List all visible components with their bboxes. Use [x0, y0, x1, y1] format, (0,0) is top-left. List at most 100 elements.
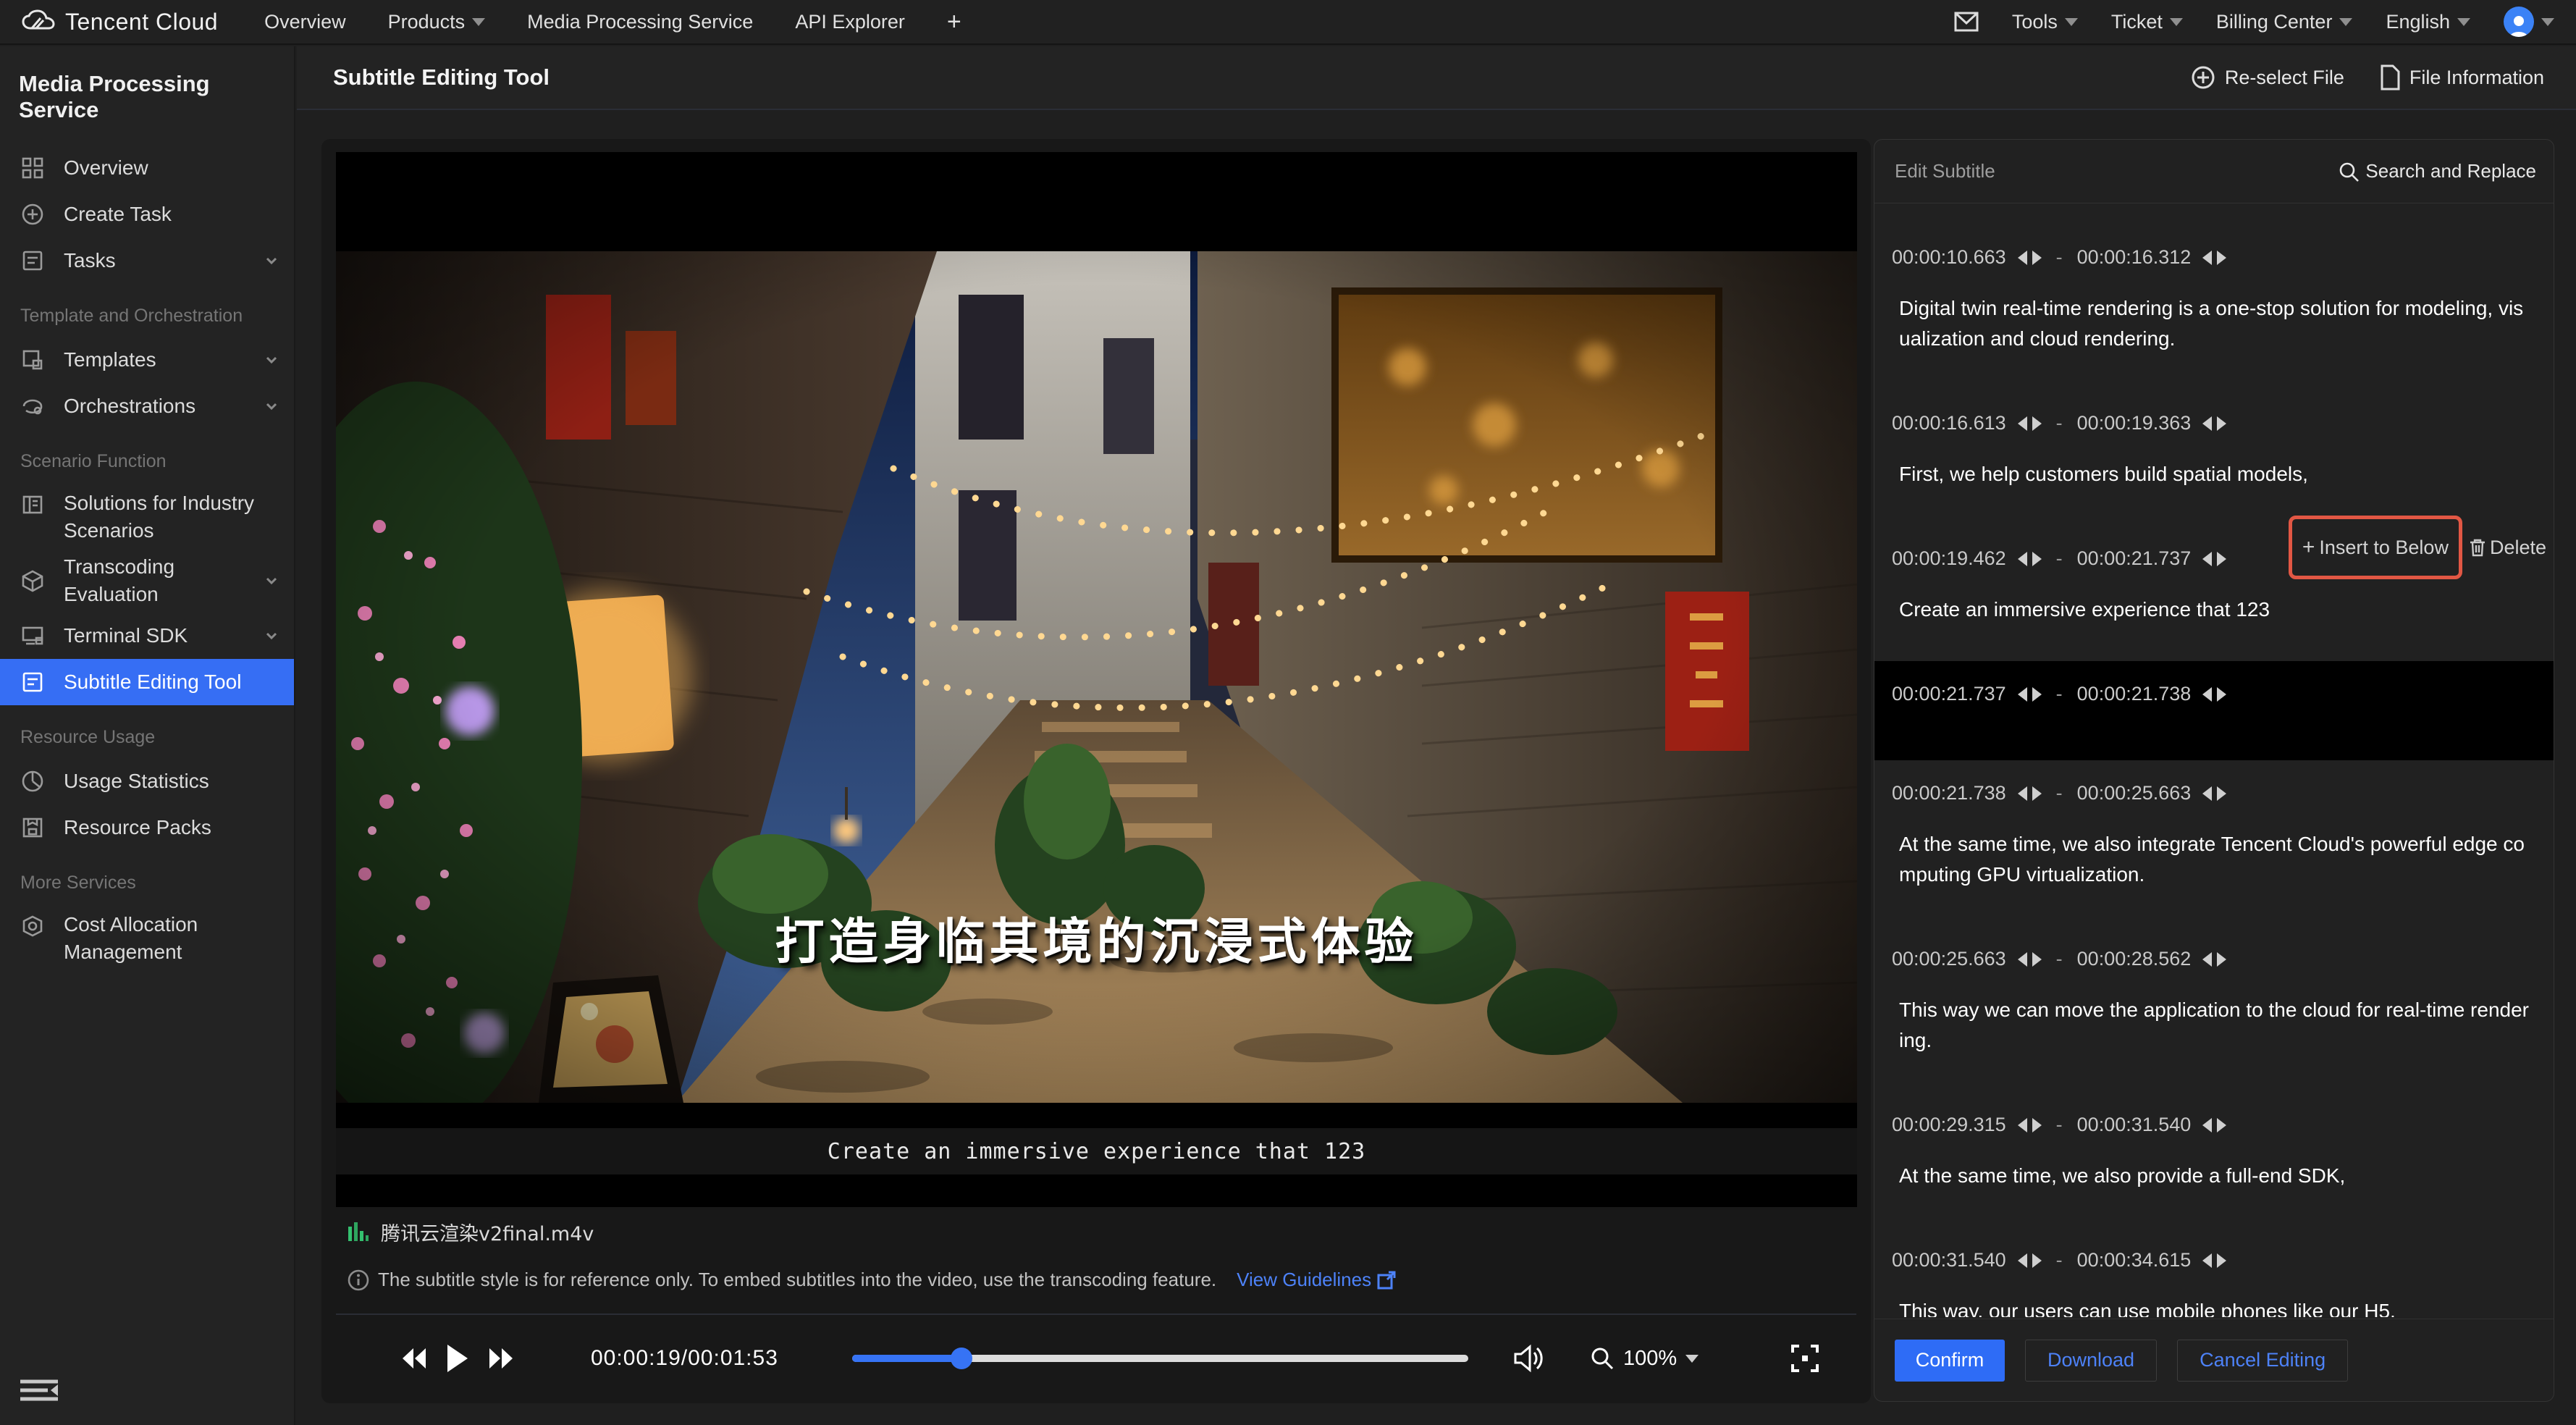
notice-row: The subtitle style is for reference only…	[348, 1269, 1396, 1291]
nav-products[interactable]: Products	[388, 11, 486, 33]
sidebar-section-resource: Resource Usage	[20, 727, 156, 747]
start-time[interactable]: 00:00:16.613	[1892, 412, 2006, 434]
file-information-button[interactable]: File Information	[2379, 64, 2544, 91]
video-viewport[interactable]: 打造身临其境的沉浸式体验 Create an immersive experie…	[336, 152, 1857, 1207]
time-nudge-buttons[interactable]	[2017, 686, 2042, 702]
end-time[interactable]: 00:00:16.312	[2077, 246, 2192, 269]
sidebar-item-subtitle-editing-tool[interactable]: Subtitle Editing Tool	[0, 659, 294, 705]
start-time[interactable]: 00:00:31.540	[1892, 1249, 2006, 1271]
nav-api-explorer[interactable]: API Explorer	[795, 11, 905, 33]
end-time[interactable]: 00:00:34.615	[2077, 1249, 2192, 1271]
sidebar-item-tasks[interactable]: Tasks	[0, 238, 294, 284]
subtitle-entry[interactable]: 00:00:19.462 - 00:00:21.737 + Insert to …	[1874, 516, 2554, 661]
subtitle-entry-selected[interactable]: 00:00:21.737 - 00:00:21.738	[1874, 661, 2554, 760]
sidebar-item-orchestrations[interactable]: Orchestrations	[0, 383, 294, 429]
time-nudge-buttons[interactable]	[2017, 416, 2042, 431]
view-guidelines-link[interactable]: View Guidelines	[1237, 1269, 1396, 1291]
panel-title: Edit Subtitle	[1895, 160, 1995, 182]
fullscreen-icon[interactable]	[1790, 1343, 1820, 1374]
end-time[interactable]: 00:00:21.738	[2077, 683, 2192, 705]
zoom-control[interactable]: 100%	[1590, 1346, 1699, 1371]
time-nudge-buttons[interactable]	[2017, 551, 2042, 566]
nav-media-processing-service[interactable]: Media Processing Service	[527, 11, 753, 33]
time-nudge-buttons[interactable]	[2202, 786, 2227, 801]
end-time[interactable]: 00:00:21.737	[2077, 547, 2192, 570]
hexagon-icon	[22, 915, 43, 937]
time-nudge-buttons[interactable]	[2017, 951, 2042, 967]
start-time[interactable]: 00:00:25.663	[1892, 948, 2006, 970]
end-time[interactable]: 00:00:28.562	[2077, 948, 2192, 970]
cancel-editing-button[interactable]: Cancel Editing	[2177, 1339, 2349, 1382]
nav-overview[interactable]: Overview	[264, 11, 346, 33]
collapse-sidebar-icon[interactable]	[16, 1376, 67, 1405]
tencent-cloud-logo[interactable]: Tencent Cloud	[22, 9, 218, 35]
sidebar-item-create-task[interactable]: Create Task	[0, 191, 294, 238]
subtitle-entry[interactable]: 00:00:21.738 - 00:00:25.663 At the same …	[1874, 760, 2554, 926]
subtitle-entry[interactable]: 00:00:16.613 - 00:00:19.363 First, we he…	[1874, 390, 2554, 526]
rewind-icon[interactable]	[400, 1344, 429, 1373]
subtitle-text[interactable]: First, we help customers build spatial m…	[1899, 459, 2536, 489]
time-nudge-buttons[interactable]	[2017, 1253, 2042, 1268]
subtitle-entry[interactable]: 00:00:29.315 - 00:00:31.540 At the same …	[1874, 1092, 2554, 1227]
sidebar-item-terminal-sdk[interactable]: Terminal SDK	[0, 613, 294, 659]
start-time[interactable]: 00:00:19.462	[1892, 547, 2006, 570]
end-time[interactable]: 00:00:25.663	[2077, 782, 2192, 804]
subtitle-text[interactable]: Digital twin real-time rendering is a on…	[1899, 293, 2536, 354]
progress-handle[interactable]	[950, 1348, 972, 1369]
time-nudge-buttons[interactable]	[2017, 786, 2042, 801]
nav-language[interactable]: English	[2386, 11, 2470, 33]
end-time[interactable]: 00:00:19.363	[2077, 412, 2192, 434]
nav-add-tab[interactable]: +	[947, 8, 961, 36]
subtitle-text[interactable]: This way, our users can use mobile phone…	[1899, 1296, 2536, 1317]
download-button[interactable]: Download	[2025, 1339, 2158, 1382]
search-and-replace-button[interactable]: Search and Replace	[2338, 160, 2536, 182]
subtitle-text[interactable]: At the same time, we also provide a full…	[1899, 1161, 2536, 1191]
start-time[interactable]: 00:00:21.738	[1892, 782, 2006, 804]
subtitle-text[interactable]: At the same time, we also integrate Tenc…	[1899, 829, 2536, 890]
account-menu[interactable]	[2504, 7, 2554, 37]
reselect-file-button[interactable]: Re-select File	[2190, 64, 2344, 91]
progress-fill	[852, 1355, 961, 1362]
sidebar-item-templates[interactable]: Templates	[0, 337, 294, 383]
nav-tools[interactable]: Tools	[2012, 11, 2078, 33]
chevron-down-icon	[1685, 1354, 1699, 1363]
time-nudge-buttons[interactable]	[2017, 250, 2042, 265]
time-row: 00:00:31.540 - 00:00:34.615	[1892, 1249, 2536, 1271]
time-nudge-buttons[interactable]	[2202, 686, 2227, 702]
sidebar-item-usage-statistics[interactable]: Usage Statistics	[0, 758, 294, 804]
delete-button[interactable]: Delete	[2468, 537, 2546, 559]
sidebar-item-industry-solutions[interactable]: Solutions for Industry Scenarios	[0, 482, 294, 549]
video-filename: 腾讯云渲染v2final.m4v	[381, 1223, 594, 1245]
subtitle-entry[interactable]: 00:00:25.663 - 00:00:28.562 This way we …	[1874, 926, 2554, 1092]
nav-billing-center[interactable]: Billing Center	[2216, 11, 2353, 33]
time-nudge-buttons[interactable]	[2202, 551, 2227, 566]
time-nudge-buttons[interactable]	[2202, 416, 2227, 431]
start-time[interactable]: 00:00:21.737	[1892, 683, 2006, 705]
start-time[interactable]: 00:00:10.663	[1892, 246, 2006, 269]
confirm-button[interactable]: Confirm	[1895, 1339, 2005, 1382]
subtitle-text[interactable]: This way we can move the application to …	[1899, 995, 2536, 1056]
sidebar-item-resource-packs[interactable]: Resource Packs	[0, 804, 294, 851]
volume-icon[interactable]	[1512, 1344, 1544, 1373]
end-time[interactable]: 00:00:31.540	[2077, 1114, 2192, 1136]
sidebar-item-transcoding-evaluation[interactable]: Transcoding Evaluation	[0, 549, 294, 613]
sidebar: Media Processing Service Overview Create…	[0, 46, 295, 1425]
subtitle-entry[interactable]: 00:00:31.540 - 00:00:34.615 This way, ou…	[1874, 1227, 2554, 1317]
start-time[interactable]: 00:00:29.315	[1892, 1114, 2006, 1136]
time-nudge-buttons[interactable]	[2017, 1117, 2042, 1132]
subtitle-text[interactable]: Create an immersive experience that 123	[1899, 594, 2536, 625]
media-equalizer-icon	[348, 1222, 369, 1241]
fast-forward-icon[interactable]	[487, 1344, 515, 1373]
time-nudge-buttons[interactable]	[2202, 1253, 2227, 1268]
progress-bar[interactable]	[852, 1348, 1468, 1369]
time-nudge-buttons[interactable]	[2202, 951, 2227, 967]
time-nudge-buttons[interactable]	[2202, 250, 2227, 265]
play-icon[interactable]	[445, 1343, 469, 1374]
sidebar-item-overview[interactable]: Overview	[0, 145, 294, 191]
mail-icon[interactable]	[1954, 12, 1979, 32]
insert-to-below-button[interactable]: + Insert to Below	[2288, 516, 2462, 579]
sidebar-item-cost-allocation[interactable]: Cost Allocation Management	[0, 904, 294, 970]
time-nudge-buttons[interactable]	[2202, 1117, 2227, 1132]
nav-ticket[interactable]: Ticket	[2111, 11, 2183, 33]
subtitle-entry[interactable]: 00:00:10.663 - 00:00:16.312 Digital twin…	[1874, 224, 2554, 390]
